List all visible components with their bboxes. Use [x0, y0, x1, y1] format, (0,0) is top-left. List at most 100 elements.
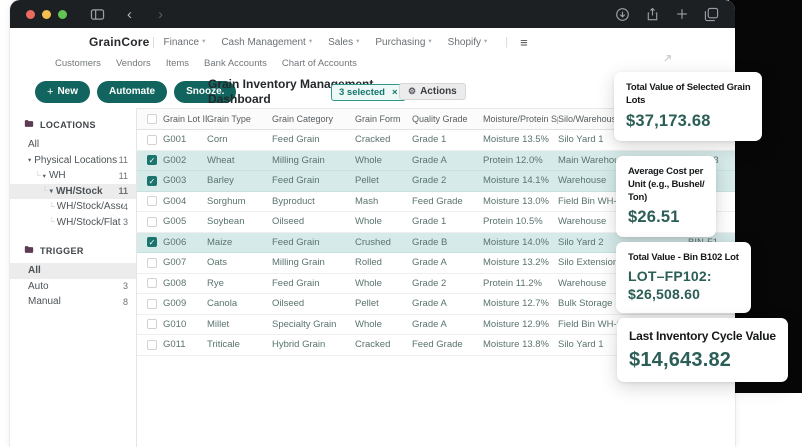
kpi-card-title: Unit (e.g., Bushel/ [628, 178, 705, 190]
row-checkbox[interactable]: ✓ [147, 175, 157, 186]
subnav-link-items[interactable]: Items [166, 58, 189, 69]
row-checkbox[interactable] [147, 257, 157, 268]
row-checkbox[interactable] [147, 298, 157, 309]
download-icon[interactable] [615, 7, 630, 22]
cell-type: Rye [207, 277, 224, 289]
cell-form: Mash [355, 195, 379, 207]
sidebar-item-label: Manual [28, 296, 61, 308]
column-header-grain-lot-id[interactable]: Grain Lot ID [163, 114, 207, 124]
cell-type: Canola [207, 298, 238, 310]
cell-category: Oilseed [272, 298, 305, 310]
select-all-checkbox[interactable] [147, 114, 157, 124]
column-header-grain-type[interactable]: Grain Type [207, 114, 272, 124]
sidebar-item-auto[interactable]: Auto 3 [10, 279, 136, 295]
cell-category: Milling Grain [272, 154, 325, 166]
cell-type: Sorghum [207, 195, 246, 207]
new-button-label: New [57, 86, 78, 97]
nav-menu-shopify[interactable]: Shopify ▾ [448, 37, 488, 48]
row-checkbox[interactable] [147, 134, 157, 145]
cell-id: G008 [163, 277, 187, 289]
sidebar-toggle-icon[interactable] [90, 8, 105, 21]
row-checkbox[interactable] [147, 278, 157, 289]
share-icon[interactable] [645, 7, 660, 22]
nav-menu-label: Shopify [447, 36, 482, 48]
sidebar-item-all[interactable]: All [10, 263, 136, 279]
kpi-card-value: $26,508.60 [628, 286, 701, 302]
filters-sidebar: LOCATIONS All ▾ Physical Locations 11 └ ▾ WH 11 └… [10, 108, 137, 447]
actions-button[interactable]: ⚙ Actions [399, 83, 466, 100]
nav-menu-sales[interactable]: Sales ▾ [328, 37, 359, 48]
nav-menu-purchasing[interactable]: Purchasing ▾ [375, 37, 431, 48]
row-checkbox[interactable] [147, 216, 157, 227]
minimize-window-button[interactable] [42, 9, 51, 19]
tabs-overview-icon[interactable] [704, 7, 719, 22]
cell-category: Byproduct [272, 195, 315, 207]
column-header-grain-form[interactable]: Grain Form [355, 114, 412, 124]
kpi-card-value: LOT–FP102: [628, 267, 712, 284]
close-window-button[interactable] [26, 9, 35, 19]
sidebar-section-locations: LOCATIONS [10, 119, 136, 130]
toolbar: + New Automate Snooze. [35, 81, 237, 103]
column-header-grain-category[interactable]: Grain Category [272, 114, 355, 124]
cell-form: Pellet [355, 298, 379, 310]
sidebar-section-label: LOCATIONS [40, 119, 96, 130]
cell-grade: Feed Grade [412, 339, 463, 351]
cell-id: G005 [163, 216, 187, 228]
app-logo[interactable]: GrainCore [89, 35, 149, 49]
nav-menu-finance[interactable]: Finance ▾ [163, 37, 205, 48]
forward-icon[interactable]: › [158, 7, 163, 22]
sidebar-item-manual[interactable]: Manual 8 [10, 294, 136, 310]
kpi-card-title: Total Value of Selected Grain [626, 82, 751, 93]
hamburger-menu-icon[interactable]: ≡ [520, 35, 528, 50]
tree-line: └ [42, 186, 48, 196]
nav-menu-cash-management[interactable]: Cash Management ▾ [221, 37, 312, 48]
back-icon[interactable]: ‹ [127, 7, 132, 22]
sidebar-item-count: 4 [122, 201, 128, 212]
expand-icon[interactable] [662, 51, 673, 69]
column-header-moisture-protein-spec[interactable]: Moisture/Protein Spec [483, 114, 558, 124]
cell-type: Corn [207, 134, 228, 146]
clear-selection-icon[interactable]: × [392, 87, 398, 98]
cell-grade: Grade A [412, 154, 447, 166]
sidebar-item-physical-locations[interactable]: ▾ Physical Locations 11 [10, 153, 136, 169]
cell-type: Triticale [207, 339, 240, 351]
nav-menu-label: Purchasing [375, 36, 426, 48]
new-button[interactable]: + New [35, 81, 90, 103]
cell-category: Feed Grain [272, 175, 320, 187]
subnav-link-bank-accounts[interactable]: Bank Accounts [204, 58, 267, 69]
row-checkbox[interactable] [147, 196, 157, 207]
cell-spec: Moisture 13.5% [483, 134, 550, 146]
sidebar-item-wh-stock[interactable]: └ ▾ WH/Stock 11 [10, 183, 136, 199]
cell-form: Pellet [355, 175, 379, 187]
cell-form: Whole [355, 318, 382, 330]
folder-icon [24, 245, 34, 256]
new-tab-icon[interactable] [675, 7, 689, 21]
kpi-card-title: Ton) [628, 191, 648, 203]
column-header-quality-grade[interactable]: Quality Grade [412, 114, 483, 124]
cell-grade: Grade 1 [412, 216, 447, 228]
sidebar-item-all[interactable]: All [10, 137, 136, 153]
sidebar-item-wh[interactable]: └ ▾ WH 11 [10, 168, 136, 184]
sidebar-item-wh-stock-asse[interactable]: └WH/Stock/Asse...4 [10, 199, 136, 215]
brand-divider [153, 36, 155, 48]
subnav-link-chart-of-accounts[interactable]: Chart of Accounts [282, 58, 357, 69]
sidebar-item-count: 8 [122, 296, 128, 307]
row-checkbox[interactable]: ✓ [147, 155, 157, 166]
subnav-link-vendors[interactable]: Vendors [116, 58, 151, 69]
sidebar-item-count: 11 [118, 155, 128, 166]
cell-spec: Protein 10.5% [483, 216, 543, 228]
sidebar-item-wh-stock-flat-p[interactable]: └WH/Stock/Flat P...3 [10, 215, 136, 231]
cell-category: Oilseed [272, 216, 305, 228]
tree-line: └ [35, 170, 41, 180]
subnav-link-customers[interactable]: Customers [55, 58, 101, 69]
automate-button[interactable]: Automate [97, 81, 168, 103]
zoom-window-button[interactable] [58, 9, 67, 19]
kpi-card-title: Total Value - Bin B102 Lot [628, 252, 739, 263]
cell-type: Soybean [207, 216, 245, 228]
row-checkbox[interactable] [147, 339, 157, 350]
cell-type: Wheat [207, 154, 235, 166]
sidebar-section-trigger: TRIGGER [10, 245, 136, 256]
row-checkbox[interactable]: ✓ [147, 237, 157, 248]
selection-badge: 3 selected × [331, 84, 406, 101]
row-checkbox[interactable] [147, 319, 157, 330]
